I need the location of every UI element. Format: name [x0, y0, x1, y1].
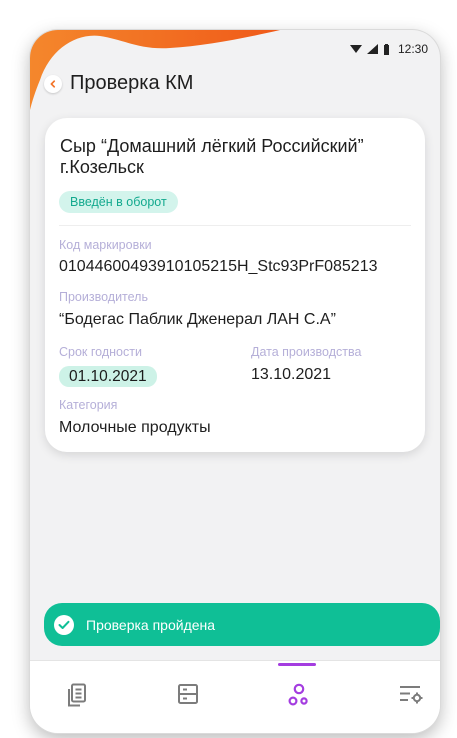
nav-settings[interactable]: [373, 661, 440, 733]
product-title: Сыр “Домашний лёгкий Российский” г.Козел…: [60, 136, 364, 177]
nav-documents[interactable]: [42, 661, 112, 733]
wifi-icon: [349, 45, 362, 53]
divider: [59, 225, 411, 226]
battery-icon: [383, 43, 389, 55]
producer-value: “Бодегас Паблик Дженерал ЛАН С.А”: [59, 311, 336, 328]
phone-screen: 12:30 Проверка КМ Сыр “Домашний лёгкий Р…: [30, 30, 440, 733]
settings-icon: [400, 686, 423, 704]
active-tab-indicator: [278, 663, 316, 666]
back-button[interactable]: [44, 74, 62, 93]
category-value: Молочные продукты: [59, 419, 211, 436]
producer-label: Производитель: [59, 290, 148, 304]
toast-text: Проверка пройдена: [86, 616, 216, 633]
expiry-value: 01.10.2021: [59, 366, 157, 387]
production-date-value: 13.10.2021: [251, 366, 332, 383]
bottom-nav: [30, 660, 440, 733]
nav-scan-check[interactable]: [263, 661, 333, 733]
production-date-label: Дата производства: [251, 345, 362, 359]
product-card: Сыр “Домашний лёгкий Российский” г.Козел…: [45, 118, 425, 452]
status-bar: 12:30: [349, 40, 428, 58]
cellular-signal-icon: [366, 44, 378, 54]
expiry-label: Срок годности: [59, 345, 142, 359]
category-label: Категория: [59, 398, 118, 412]
chevron-left-icon: [50, 79, 56, 88]
documents-icon: [68, 683, 86, 707]
success-toast: Проверка пройдена: [44, 603, 440, 646]
code-label: Код маркировки: [59, 238, 152, 252]
status-badge: Введён в оборот: [59, 191, 178, 213]
registry-icon: [178, 684, 198, 704]
app-header: Проверка КМ: [44, 72, 193, 95]
code-value: 0104460049391010521​5H_Stc93PrF085213: [59, 258, 378, 275]
nav-registry[interactable]: [152, 661, 222, 733]
scan-check-icon: [288, 683, 308, 706]
status-time: 12:30: [397, 42, 428, 56]
header-wave: [30, 30, 280, 110]
page-title: Проверка КМ: [70, 72, 194, 94]
check-circle-icon: [54, 614, 74, 635]
